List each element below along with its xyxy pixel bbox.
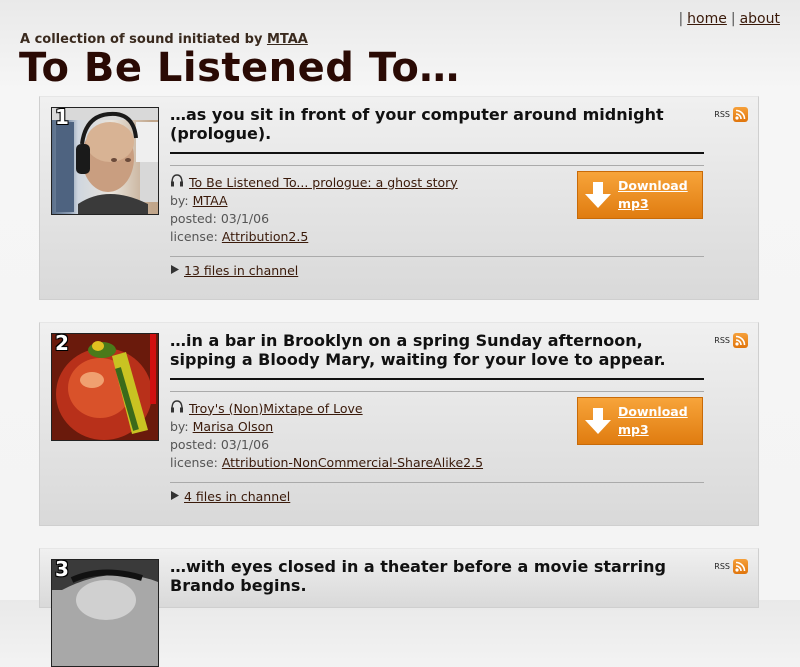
channel-card: 3 …with eyes closed in a theater before … — [39, 548, 759, 667]
title-divider — [170, 152, 704, 154]
track-title-link[interactable]: Troy's (Non)Mixtape of Love — [189, 401, 363, 416]
track-posted: posted: 03/1/06 — [170, 437, 269, 452]
download-arrow-icon — [578, 172, 618, 218]
channel-thumbnail[interactable]: 1 — [51, 107, 159, 215]
author-link[interactable]: MTAA — [193, 193, 228, 208]
top-nav: | home | about — [674, 11, 780, 27]
posted-label: posted: — [170, 211, 217, 226]
headphones-icon — [170, 400, 184, 416]
rss-label: RSS — [714, 110, 730, 119]
license-label: license: — [170, 455, 218, 470]
license-link[interactable]: Attribution2.5 — [222, 229, 308, 244]
divider — [170, 391, 704, 392]
nav-separator: | — [730, 11, 736, 27]
channel-thumbnail[interactable]: 2 — [51, 333, 159, 441]
download-label-line2: mp3 — [618, 196, 649, 211]
posted-date: 03/1/06 — [220, 437, 270, 452]
channel-thumbnail[interactable]: 3 — [51, 559, 159, 667]
track-title-link[interactable]: To Be Listened To... prologue: a ghost s… — [189, 175, 458, 190]
track-license: license: Attribution2.5 — [170, 229, 308, 244]
download-mp3-button[interactable]: Download mp3 — [577, 397, 703, 445]
triangle-right-icon[interactable] — [170, 489, 180, 504]
files-toggle[interactable]: 13 files in channel — [170, 263, 298, 278]
site-title: To Be Listened To… — [19, 45, 460, 91]
divider — [170, 256, 704, 257]
download-label-line1: Download — [618, 404, 688, 419]
download-arrow-icon — [578, 398, 618, 444]
rss-icon[interactable] — [733, 333, 748, 348]
posted-label: posted: — [170, 437, 217, 452]
track-row: Troy's (Non)Mixtape of Love — [170, 400, 363, 416]
by-label: by: — [170, 419, 189, 434]
files-in-channel-link[interactable]: 4 files in channel — [184, 489, 290, 504]
rss-feed-link[interactable]: RSS — [714, 333, 748, 348]
author-link[interactable]: Marisa Olson — [193, 419, 274, 434]
rss-label: RSS — [714, 562, 730, 571]
divider — [170, 165, 704, 166]
license-label: license: — [170, 229, 218, 244]
triangle-right-icon[interactable] — [170, 263, 180, 278]
files-toggle[interactable]: 4 files in channel — [170, 489, 290, 504]
track-author: by: Marisa Olson — [170, 419, 273, 434]
by-label: by: — [170, 193, 189, 208]
channel-card: 2 …in a bar in Brooklyn on a spring Sund… — [39, 322, 759, 526]
download-label-line1: Download — [618, 178, 688, 193]
rss-label: RSS — [714, 336, 730, 345]
track-author: by: MTAA — [170, 193, 228, 208]
download-label: Download mp3 — [618, 177, 688, 213]
home-link[interactable]: home — [687, 11, 727, 27]
download-label: Download mp3 — [618, 403, 688, 439]
channel-number: 2 — [55, 333, 69, 355]
channel-title: …in a bar in Brooklyn on a spring Sunday… — [170, 331, 666, 369]
rss-icon[interactable] — [733, 107, 748, 122]
rss-icon[interactable] — [733, 559, 748, 574]
download-label-line2: mp3 — [618, 422, 649, 437]
rss-feed-link[interactable]: RSS — [714, 107, 748, 122]
channel-number: 3 — [55, 559, 69, 581]
files-in-channel-link[interactable]: 13 files in channel — [184, 263, 298, 278]
about-link[interactable]: about — [740, 11, 780, 27]
posted-date: 03/1/06 — [220, 211, 270, 226]
download-mp3-button[interactable]: Download mp3 — [577, 171, 703, 219]
divider — [170, 482, 704, 483]
track-row: To Be Listened To... prologue: a ghost s… — [170, 174, 458, 190]
track-posted: posted: 03/1/06 — [170, 211, 269, 226]
channel-title: …with eyes closed in a theater before a … — [170, 557, 666, 595]
rss-feed-link[interactable]: RSS — [714, 559, 748, 574]
title-divider — [170, 378, 704, 380]
headphones-icon — [170, 174, 184, 190]
track-license: license: Attribution-NonCommercial-Share… — [170, 455, 483, 470]
channel-card: 1 …as you sit in front of your computer … — [39, 96, 759, 300]
channel-number: 1 — [55, 107, 69, 129]
channel-title: …as you sit in front of your computer ar… — [170, 105, 664, 143]
license-link[interactable]: Attribution-NonCommercial-ShareAlike2.5 — [222, 455, 483, 470]
nav-separator: | — [678, 11, 684, 27]
